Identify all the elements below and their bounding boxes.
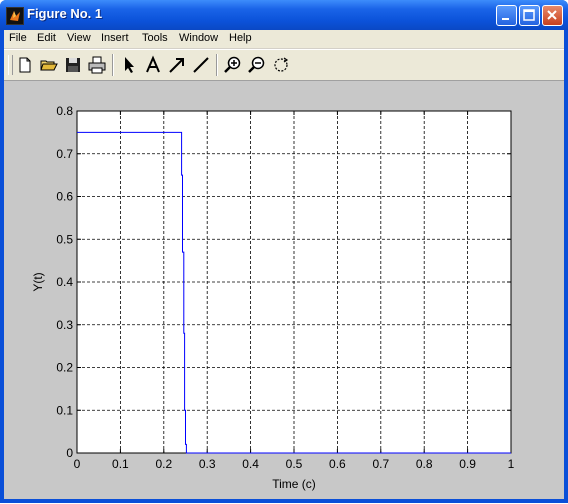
open-folder-icon[interactable]: [39, 55, 59, 75]
close-button[interactable]: [542, 5, 563, 26]
menu-window[interactable]: Window: [179, 32, 218, 44]
text-insert-icon[interactable]: [143, 55, 163, 75]
y-tick-label: 0.5: [56, 232, 73, 246]
y-tick-label: 0.7: [56, 147, 73, 161]
minimize-button[interactable]: [496, 5, 517, 26]
x-tick-label: 0.9: [459, 457, 476, 471]
rotate-icon[interactable]: [271, 55, 291, 75]
toolbar-separator: [216, 54, 218, 76]
figure-window: Figure No. 1 File Edit View Insert Tools…: [0, 0, 568, 503]
x-tick-label: 0.5: [286, 457, 303, 471]
print-icon[interactable]: [87, 55, 107, 75]
y-tick-label: 0.3: [56, 318, 73, 332]
zoom-out-icon[interactable]: [247, 55, 267, 75]
x-tick-label: 0.8: [416, 457, 433, 471]
menu-file[interactable]: File: [9, 32, 27, 44]
figure-canvas: 0 0.1 0.2 0.3 0.4 0.5 0.6 0.7 0.8 0.9 1 0 0.1 0.2 0.3…: [4, 81, 564, 499]
y-tick-label: 0.4: [56, 275, 73, 289]
x-tick-label: 0.3: [199, 457, 216, 471]
x-tick-label: 0.4: [242, 457, 259, 471]
y-tick-label: 0.8: [56, 104, 73, 118]
line-insert-icon[interactable]: [191, 55, 211, 75]
y-tick-label: 0.2: [56, 361, 73, 375]
menu-edit[interactable]: Edit: [37, 32, 56, 44]
x-tick-label: 0.2: [155, 457, 172, 471]
save-icon[interactable]: [63, 55, 83, 75]
title-bar[interactable]: Figure No. 1: [0, 0, 568, 30]
zoom-in-icon[interactable]: [223, 55, 243, 75]
y-tick-label: 0.1: [56, 403, 73, 417]
menu-insert[interactable]: Insert: [101, 32, 129, 44]
menu-tools[interactable]: Tools: [142, 32, 168, 44]
menu-bar: File Edit View Insert Tools Window Help: [4, 30, 564, 48]
x-tick-label: 0: [74, 457, 81, 471]
arrow-insert-icon[interactable]: [167, 55, 187, 75]
x-tick-labels: 0 0.1 0.2 0.3 0.4 0.5 0.6 0.7 0.8 0.9 1: [74, 457, 515, 471]
maximize-button[interactable]: [519, 5, 540, 26]
y-axis-label: Y(t): [31, 272, 45, 291]
x-tick-label: 0.7: [372, 457, 389, 471]
select-arrow-icon[interactable]: [119, 55, 139, 75]
window-client: File Edit View Insert Tools Window Help: [4, 30, 564, 499]
x-tick-label: 0.1: [112, 457, 129, 471]
matlab-icon: [6, 7, 24, 25]
y-tick-label: 0.6: [56, 190, 73, 204]
x-axis-label: Time (c): [272, 477, 316, 491]
plot-svg: 0 0.1 0.2 0.3 0.4 0.5 0.6 0.7 0.8 0.9 1 0 0.1 0.2 0.3…: [31, 104, 515, 491]
y-tick-labels: 0 0.1 0.2 0.3 0.4 0.5 0.6 0.7 0.8: [56, 104, 73, 460]
menu-help[interactable]: Help: [229, 32, 252, 44]
x-tick-label: 1: [508, 457, 515, 471]
new-file-icon[interactable]: [15, 55, 35, 75]
y-tick-label: 0: [66, 446, 73, 460]
menu-view[interactable]: View: [67, 32, 91, 44]
toolbar-separator: [112, 54, 114, 76]
x-tick-label: 0.6: [329, 457, 346, 471]
window-title: Figure No. 1: [27, 6, 103, 21]
figure-toolbar: [4, 49, 564, 81]
toolbar-grip[interactable]: [8, 55, 13, 75]
